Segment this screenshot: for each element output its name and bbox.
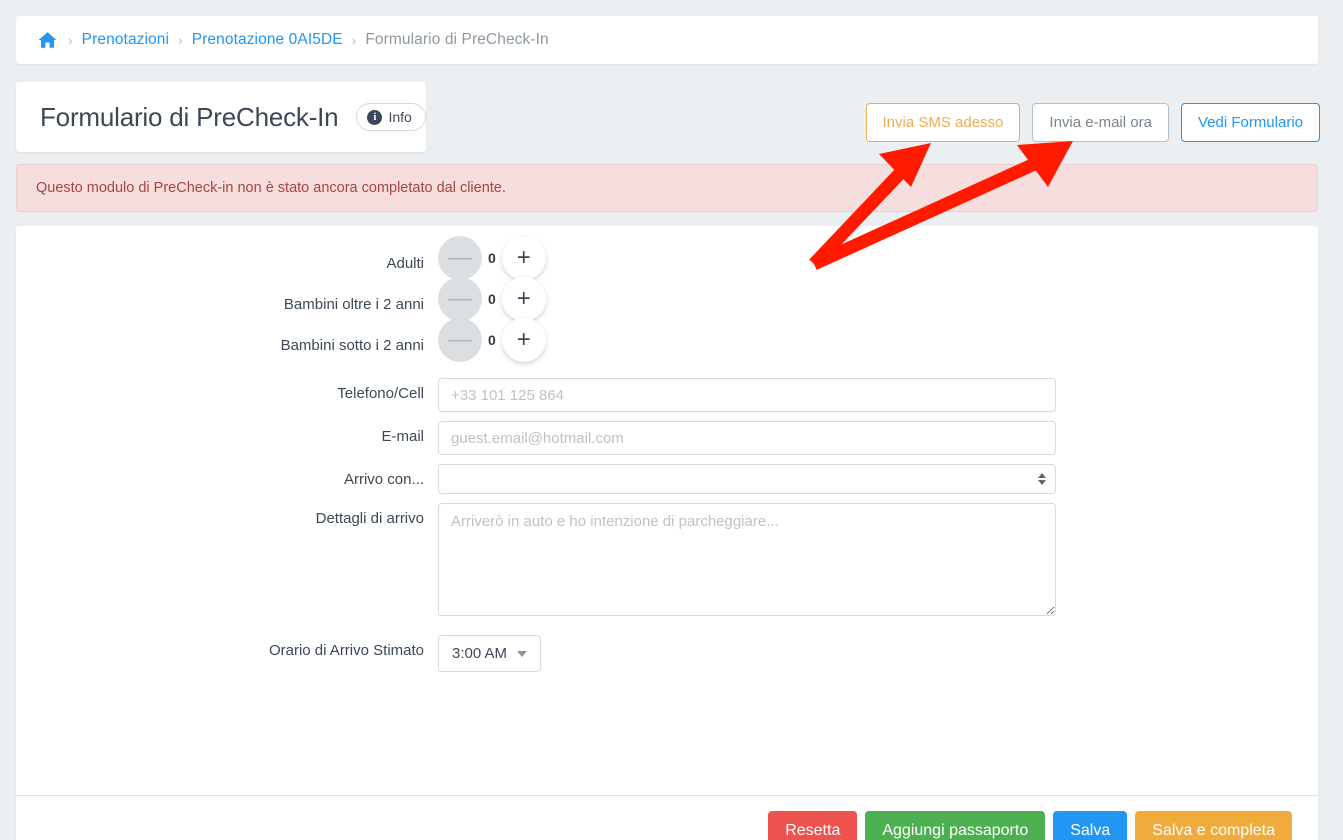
footer-divider [16,795,1318,796]
breadcrumb-item-current: Formulario di PreCheck-In [365,31,548,49]
form-row-phone: Telefono/Cell [16,378,1318,412]
breadcrumb-separator: › [178,33,183,47]
children-over-2-label: Bambini oltre i 2 anni [16,289,438,312]
form-row-adults: Adulti — 0 + [16,248,1318,280]
form-row-arrival-details: Dettagli di arrivo [16,503,1318,621]
form-row-children-over-2: Bambini oltre i 2 anni — 0 + [16,289,1318,321]
breadcrumb-separator: › [68,33,73,47]
breadcrumb-item-prenotazioni[interactable]: Prenotazioni [82,31,169,49]
arrival-with-label: Arrivo con... [16,464,438,487]
email-input[interactable] [438,421,1056,455]
adults-increment-button[interactable]: + [502,236,546,280]
page-title-card: Formulario di PreCheck-In i Info [16,82,426,152]
info-circle-icon: i [367,110,382,125]
email-field-wrap [438,421,1318,455]
phone-field [438,378,1318,412]
page-title: Formulario di PreCheck-In [40,102,338,133]
adults-field: — 0 + [438,248,1318,280]
view-form-button[interactable]: Vedi Formulario [1181,103,1320,142]
chevron-down-icon [517,651,527,657]
arrival-with-select[interactable] [438,464,1056,494]
eta-time-value: 3:00 AM [452,645,507,662]
status-alert-text: Questo modulo di PreCheck-in non è stato… [36,180,506,196]
children-under-2-label: Bambini sotto i 2 anni [16,330,438,353]
breadcrumb-item-prenotazione-code[interactable]: Prenotazione 0AI5DE [192,31,343,49]
reset-button[interactable]: Resetta [768,811,857,840]
footer-actions-group: Resetta Aggiungi passaporto Salva Salva … [768,811,1292,840]
arrival-with-field [438,464,1318,494]
children-under-2-stepper: — 0 + [438,318,1318,362]
status-alert: Questo modulo di PreCheck-in non è stato… [16,164,1318,212]
arrival-details-label: Dettagli di arrivo [16,503,438,526]
phone-input[interactable] [438,378,1056,412]
info-button[interactable]: i Info [356,103,425,131]
adults-stepper: — 0 + [438,236,1318,280]
email-label: E-mail [16,421,438,444]
form-row-email: E-mail [16,421,1318,455]
page-root: › Prenotazioni › Prenotazione 0AI5DE › F… [0,0,1343,840]
breadcrumb-separator: › [352,33,357,47]
breadcrumb: › Prenotazioni › Prenotazione 0AI5DE › F… [16,16,1318,64]
children-under-2-decrement-button[interactable]: — [438,318,482,362]
top-actions-group: Invia SMS adesso Invia e-mail ora Vedi F… [866,103,1321,142]
form-body: Adulti — 0 + Bambini oltre i 2 anni — 0 … [16,226,1318,672]
send-email-button[interactable]: Invia e-mail ora [1032,103,1169,142]
phone-label: Telefono/Cell [16,378,438,401]
form-row-children-under-2: Bambini sotto i 2 anni — 0 + [16,330,1318,362]
add-passport-button[interactable]: Aggiungi passaporto [865,811,1045,840]
adults-value: 0 [482,250,502,266]
children-over-2-decrement-button[interactable]: — [438,277,482,321]
form-row-eta: Orario di Arrivo Stimato 3:00 AM [16,635,1318,672]
save-button[interactable]: Salva [1053,811,1127,840]
children-over-2-stepper: — 0 + [438,277,1318,321]
children-under-2-value: 0 [482,332,502,348]
children-over-2-value: 0 [482,291,502,307]
home-icon[interactable] [38,31,57,49]
children-over-2-increment-button[interactable]: + [502,277,546,321]
children-under-2-field: — 0 + [438,330,1318,362]
eta-field: 3:00 AM [438,635,1318,672]
arrival-with-select-wrap [438,464,1056,494]
info-button-label: Info [388,109,411,125]
arrival-details-field [438,503,1318,621]
eta-label: Orario di Arrivo Stimato [16,635,438,658]
form-row-arrival-with: Arrivo con... [16,464,1318,494]
adults-label: Adulti [16,248,438,271]
adults-decrement-button[interactable]: — [438,236,482,280]
children-under-2-increment-button[interactable]: + [502,318,546,362]
send-sms-button[interactable]: Invia SMS adesso [866,103,1021,142]
precheckin-form-card: Adulti — 0 + Bambini oltre i 2 anni — 0 … [16,226,1318,840]
arrival-details-textarea[interactable] [438,503,1056,616]
save-and-complete-button[interactable]: Salva e completa [1135,811,1292,840]
children-over-2-field: — 0 + [438,289,1318,321]
eta-time-dropdown[interactable]: 3:00 AM [438,635,541,672]
